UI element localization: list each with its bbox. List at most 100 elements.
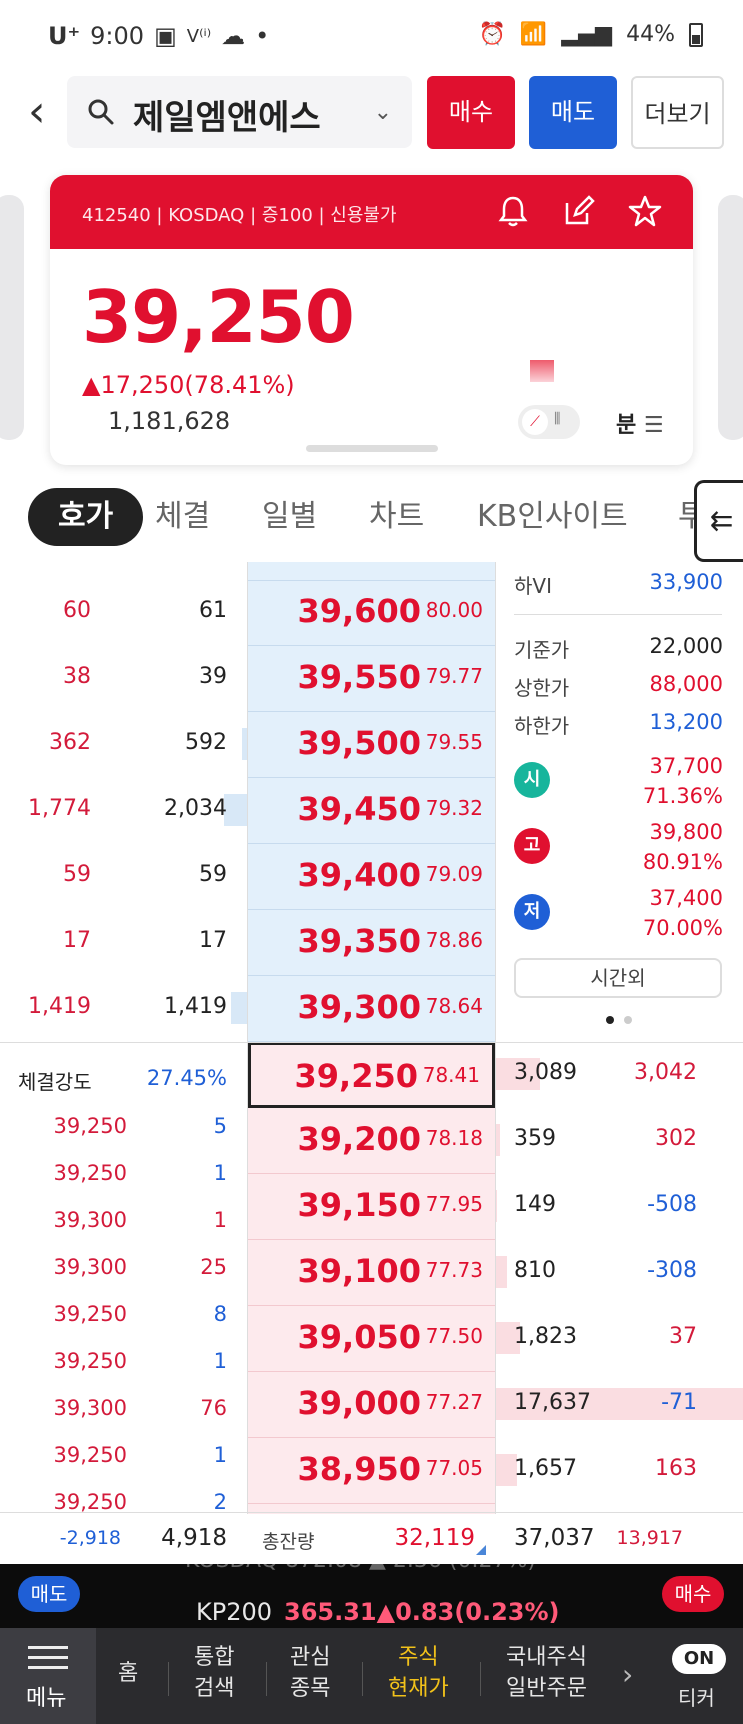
ask-quantity: 17 — [199, 928, 227, 953]
trade-price: 39,250 — [53, 1443, 127, 1467]
more-button[interactable]: 더보기 — [631, 76, 724, 149]
trade-price: 39,300 — [53, 1396, 127, 1420]
ask-price-cell[interactable]: 39,400 79.09 — [248, 844, 495, 910]
wifi-icon: 📶 — [519, 22, 548, 47]
ticker-on-toggle[interactable]: ON — [672, 1644, 726, 1674]
interval-selector[interactable]: 분 ☰ — [616, 407, 664, 439]
bid-price-cell[interactable]: 39,100 77.73 — [248, 1240, 495, 1306]
ask-rate: 79.32 — [425, 796, 483, 820]
bid-rate: 77.95 — [425, 1192, 483, 1216]
ask-row[interactable]: 59 59 39,400 79.09 — [0, 844, 743, 910]
nav-domestic-order[interactable]: 국내주식 일반주문 — [506, 1642, 587, 1704]
tab-trades[interactable]: 체결 — [155, 488, 210, 546]
chevron-down-icon[interactable]: ⌄ — [374, 100, 392, 125]
trade-price: 39,300 — [53, 1255, 127, 1279]
nav-home[interactable]: 홈 — [118, 1658, 138, 1689]
ask-price: 39,400 — [297, 856, 421, 894]
ask-price-cell[interactable]: 39,500 79.55 — [248, 712, 495, 778]
ask-price-cell[interactable]: 39,450 79.32 — [248, 778, 495, 844]
trade-quantity: 1 — [213, 1161, 227, 1185]
bid-price: 39,150 — [297, 1186, 421, 1224]
expand-corner-icon[interactable] — [476, 1545, 486, 1555]
tab-daily[interactable]: 일별 — [262, 488, 317, 546]
ask-quantity: 59 — [199, 862, 227, 887]
ticker-toggle-label: 티커 — [678, 1686, 715, 1710]
tab-bar: 호가 체결 일별 차트 KB인사이트 투 — [0, 488, 743, 556]
trade-strength-value: 27.45% — [146, 1066, 227, 1090]
back-icon[interactable]: ‹ — [28, 88, 68, 136]
tab-chart[interactable]: 차트 — [369, 488, 424, 546]
open-price: 37,700 — [649, 754, 723, 778]
bid-quantity: 1,823 — [514, 1324, 577, 1349]
ask-price-cell[interactable]: 39,550 79.77 — [248, 646, 495, 712]
lower-limit-value: 13,200 — [649, 710, 723, 734]
bid-price-cell[interactable]: 39,000 77.27 — [248, 1372, 495, 1438]
ask-rate: 79.09 — [425, 862, 483, 886]
ask-row[interactable]: 38 39 39,550 79.77 — [0, 646, 743, 712]
chart-type-toggle[interactable]: ⟋ ⫼ — [518, 405, 580, 439]
battery-icon — [689, 22, 703, 47]
trade-price: 39,250 — [53, 1161, 127, 1185]
bid-quantity-change: 302 — [655, 1126, 697, 1151]
nav-search-line2: 검색 — [194, 1676, 235, 1701]
prev-stock-card[interactable] — [0, 195, 24, 440]
upper-limit-value: 88,000 — [649, 672, 723, 696]
ask-row[interactable]: 1,774 2,034 39,450 79.32 — [0, 778, 743, 844]
ask-price-cell[interactable]: 39,600 80.00 — [248, 580, 495, 646]
next-stock-card[interactable] — [718, 195, 743, 440]
nav-watchlist[interactable]: 관심 종목 — [290, 1642, 330, 1704]
nav-stock-line2: 현재가 — [388, 1676, 449, 1701]
ask-price-cell[interactable]: 39,350 78.86 — [248, 910, 495, 976]
nav-stock-line1: 주식 — [398, 1645, 439, 1670]
bid-quantity: 3,089 — [514, 1060, 577, 1085]
bell-icon[interactable] — [495, 193, 531, 229]
bid-price-cell[interactable]: 39,050 77.50 — [248, 1306, 495, 1372]
divider — [247, 562, 248, 1514]
star-icon[interactable] — [627, 193, 663, 229]
bid-price-cell[interactable]: 39,200 78.18 — [248, 1108, 495, 1174]
hamburger-icon — [28, 1666, 68, 1669]
trade-quantity: 1 — [213, 1208, 227, 1232]
divider — [480, 1662, 481, 1696]
bid-price-cell[interactable]: 38,950 77.05 — [248, 1438, 495, 1504]
ask-quantity-bar — [224, 794, 248, 826]
divider — [362, 1662, 363, 1696]
bid-price-cell[interactable]: 39,150 77.95 — [248, 1174, 495, 1240]
ask-row[interactable]: 362 592 39,500 79.55 — [0, 712, 743, 778]
upper-limit-label: 상한가 — [514, 676, 570, 700]
stock-search-box[interactable]: 제일엠앤에스 ⌄ — [67, 76, 412, 148]
page-dot-active — [606, 1016, 614, 1024]
quick-buy-button[interactable]: 매수 — [662, 1576, 724, 1612]
ask-quantity-prev: 38 — [63, 664, 91, 689]
ask-row[interactable]: 60 61 39,600 80.00 — [0, 580, 743, 646]
nav-stock-price[interactable]: 주식 현재가 — [388, 1642, 449, 1704]
ask-price-cell[interactable]: 39,300 78.64 — [248, 976, 495, 1042]
volte-icon: V⁽ⁱ⁾ — [186, 25, 212, 47]
nav-integrated-search[interactable]: 통합 검색 — [194, 1642, 234, 1704]
after-hours-button[interactable]: 시간외 — [514, 958, 722, 998]
sell-button[interactable]: 매도 — [529, 76, 617, 149]
base-price-label: 기준가 — [514, 638, 570, 662]
ask-quantity: 592 — [185, 730, 227, 755]
line-chart-icon[interactable]: ⟋ — [522, 409, 548, 435]
edit-icon[interactable] — [561, 193, 597, 229]
collapse-panel-icon[interactable]: ⇇ — [694, 480, 743, 562]
status-bar: U⁺ 9:00 ▣ V⁽ⁱ⁾ ☁ • ⏰ 📶 ▂▄▆ 44% — [0, 0, 743, 72]
bid-row[interactable]: 39,250 78.41 3,089 3,042 — [0, 1042, 743, 1108]
quick-sell-button[interactable]: 매도 — [18, 1576, 80, 1612]
chevron-right-icon[interactable]: › — [622, 1658, 633, 1691]
mini-candle — [530, 360, 554, 382]
candle-chart-icon[interactable]: ⫼ — [554, 411, 560, 427]
nav-menu[interactable]: 메뉴 — [0, 1628, 96, 1724]
nav-order-line2: 일반주문 — [506, 1676, 587, 1701]
tab-orderbook[interactable]: 호가 — [28, 488, 144, 546]
trade-quantity: 5 — [213, 1114, 227, 1138]
buy-button[interactable]: 매수 — [427, 76, 515, 149]
bid-quantity: 810 — [514, 1258, 556, 1283]
ticker-index-value: 365.31▲0.83(0.23%) — [284, 1598, 560, 1626]
bid-rate: 77.73 — [425, 1258, 483, 1282]
drag-handle[interactable] — [306, 445, 438, 452]
current-price-cell[interactable]: 39,250 78.41 — [248, 1042, 495, 1108]
low-price: 37,400 — [649, 886, 723, 910]
tab-kb-insight[interactable]: KB인사이트 — [477, 488, 628, 546]
